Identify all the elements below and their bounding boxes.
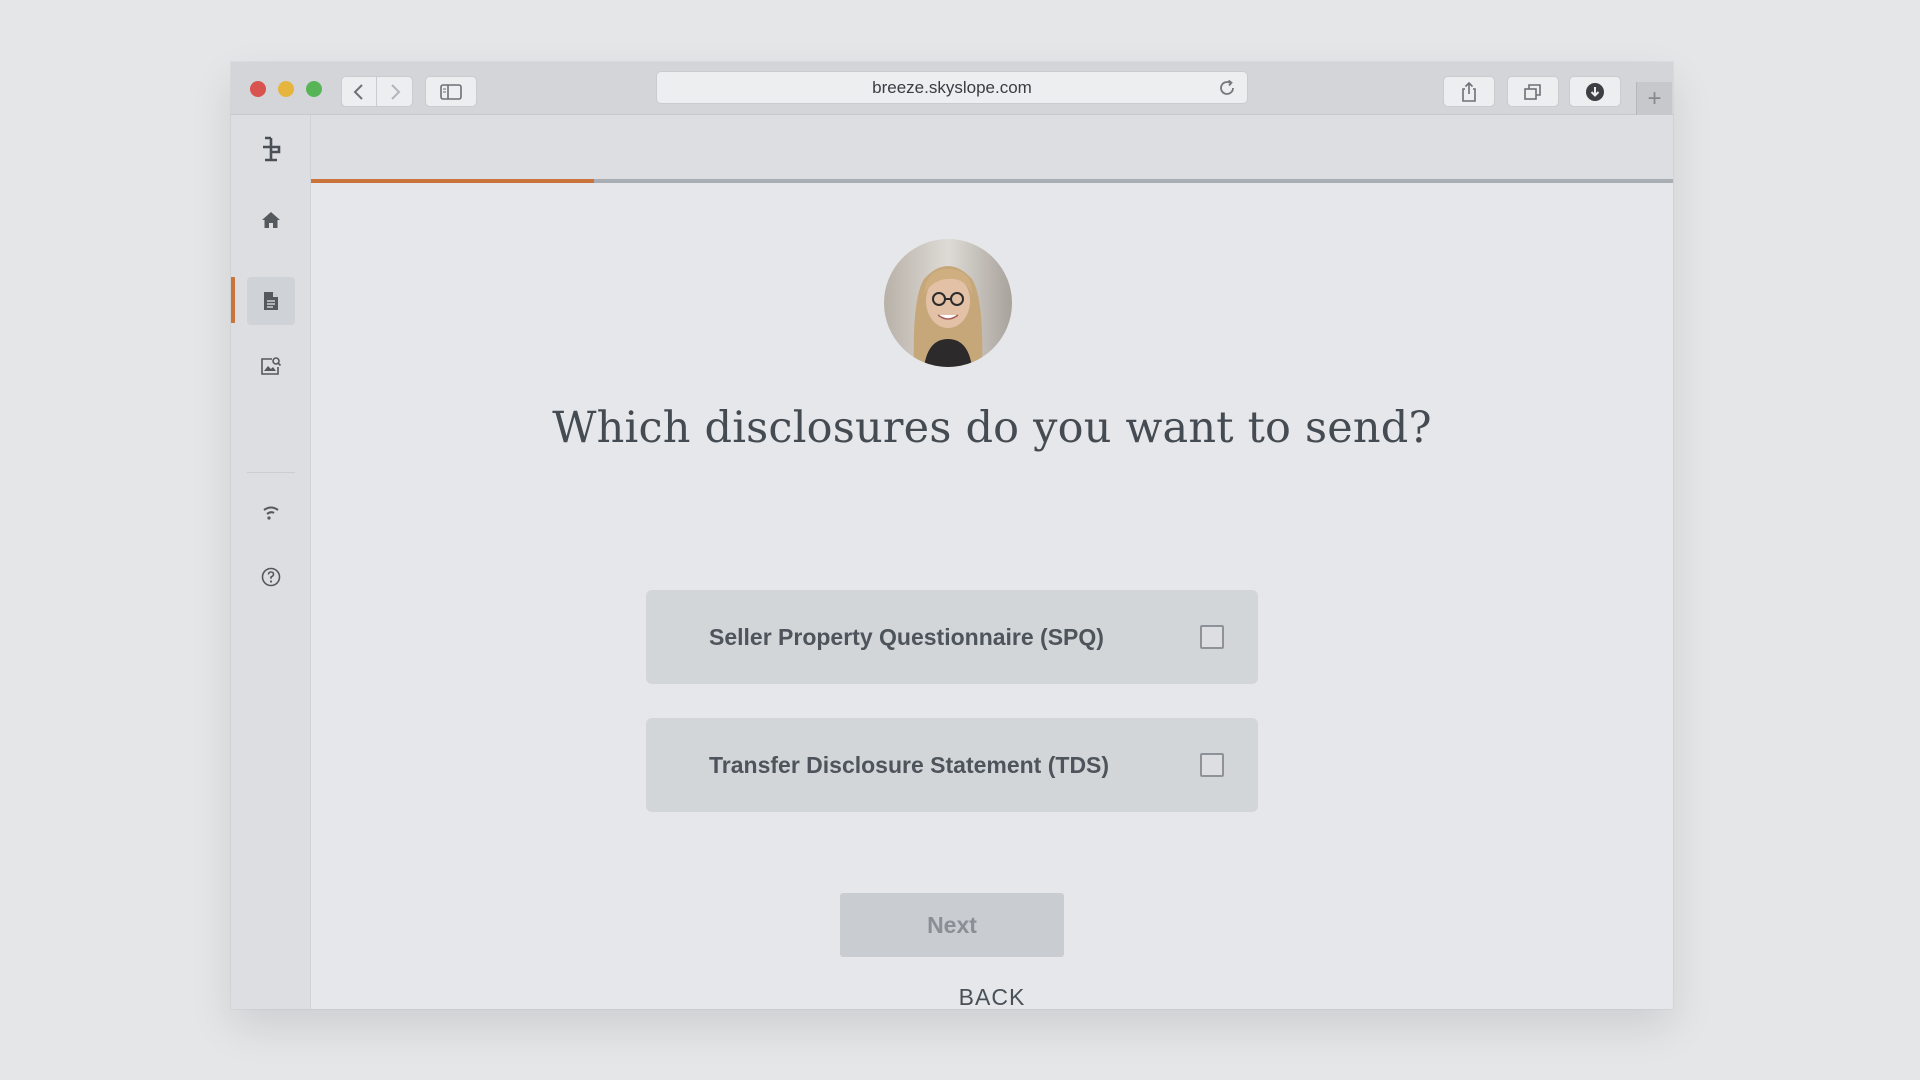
top-bar bbox=[311, 115, 1673, 183]
browser-toolbar: breeze.skyslope.com + bbox=[231, 62, 1673, 115]
progress-fill bbox=[311, 179, 595, 183]
share-icon bbox=[1462, 81, 1476, 102]
document-icon bbox=[264, 292, 278, 310]
reload-icon[interactable] bbox=[1217, 78, 1237, 98]
signal-icon bbox=[263, 506, 279, 520]
forward-button[interactable] bbox=[377, 76, 413, 107]
back-link[interactable]: BACK bbox=[311, 984, 1673, 1009]
download-icon bbox=[1586, 82, 1604, 101]
sidebar-item-search-listings[interactable] bbox=[247, 342, 295, 390]
sidebar-item-home[interactable] bbox=[247, 196, 295, 244]
app-sidebar bbox=[231, 115, 311, 1009]
progress-bar bbox=[311, 179, 1673, 183]
help-circle-icon bbox=[261, 567, 281, 587]
sidebar-item-help[interactable] bbox=[247, 553, 295, 601]
skyslope-logo-icon bbox=[263, 136, 281, 162]
zoom-window-button[interactable] bbox=[306, 81, 322, 97]
next-button[interactable]: Next bbox=[840, 893, 1064, 957]
minimize-window-button[interactable] bbox=[278, 81, 294, 97]
plus-icon: + bbox=[1647, 84, 1662, 112]
chevron-left-icon bbox=[353, 83, 363, 100]
disclosure-option-spq[interactable]: Seller Property Questionnaire (SPQ) bbox=[646, 590, 1258, 684]
browser-window: breeze.skyslope.com + Which disclosures … bbox=[231, 62, 1673, 1009]
spq-checkbox[interactable] bbox=[1200, 625, 1224, 649]
sidebar-divider bbox=[247, 472, 295, 473]
sidebar-icon bbox=[440, 83, 462, 100]
sidebar-toggle-button[interactable] bbox=[425, 76, 477, 107]
sidebar-item-feed[interactable] bbox=[247, 488, 295, 536]
agent-avatar bbox=[884, 239, 1012, 367]
tabs-button[interactable] bbox=[1507, 76, 1559, 107]
download-button[interactable] bbox=[1569, 76, 1621, 107]
new-tab-button[interactable]: + bbox=[1636, 82, 1672, 115]
app-logo[interactable] bbox=[247, 125, 295, 173]
tds-checkbox[interactable] bbox=[1200, 753, 1224, 777]
sidebar-active-indicator bbox=[231, 277, 235, 323]
tabs-icon bbox=[1524, 83, 1541, 100]
sidebar-item-documents[interactable] bbox=[247, 277, 295, 325]
image-search-icon bbox=[261, 357, 282, 375]
address-bar[interactable]: breeze.skyslope.com bbox=[656, 71, 1248, 104]
home-icon bbox=[262, 212, 280, 228]
close-window-button[interactable] bbox=[250, 81, 266, 97]
option-label: Seller Property Questionnaire (SPQ) bbox=[709, 623, 1104, 650]
chevron-right-icon bbox=[390, 83, 400, 100]
back-button[interactable] bbox=[341, 76, 377, 107]
url-text: breeze.skyslope.com bbox=[872, 77, 1032, 97]
option-label: Transfer Disclosure Statement (TDS) bbox=[709, 751, 1110, 778]
disclosure-option-tds[interactable]: Transfer Disclosure Statement (TDS) bbox=[646, 718, 1258, 812]
share-button[interactable] bbox=[1443, 76, 1495, 107]
page-question: Which disclosures do you want to send? bbox=[552, 403, 1432, 453]
main-content: Which disclosures do you want to send? S… bbox=[311, 115, 1673, 1009]
